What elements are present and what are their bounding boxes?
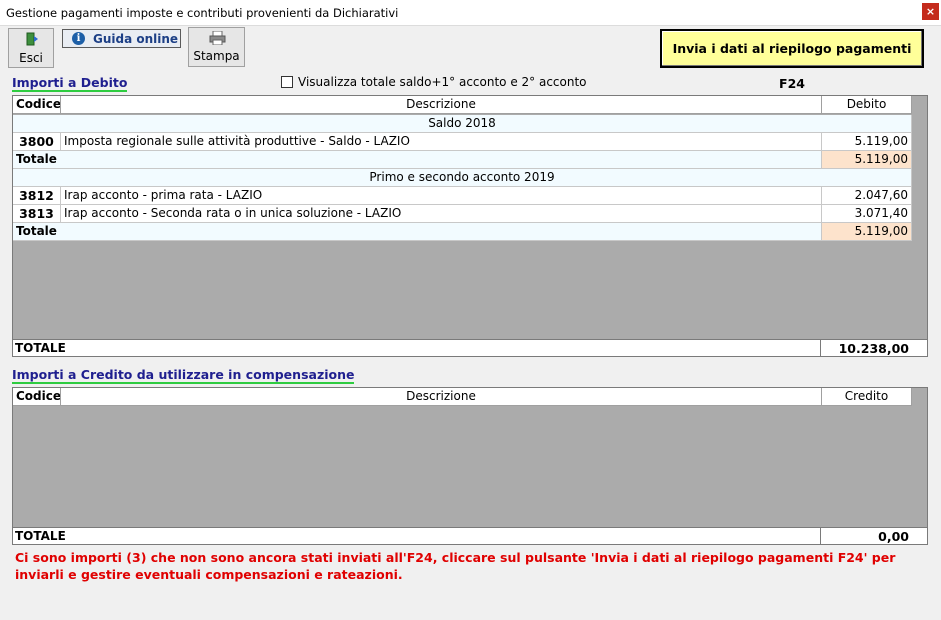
debito-table: Codice Descrizione Debito Saldo 2018 380… <box>12 95 928 340</box>
table-row-desc[interactable]: Irap acconto - Seconda rata o in unica s… <box>61 205 822 223</box>
table-row-amount[interactable]: 5.119,00 <box>822 133 912 151</box>
stampa-button[interactable]: Stampa <box>188 27 245 67</box>
col-header-codice: Codice <box>13 388 61 406</box>
esci-label: Esci <box>19 51 43 65</box>
col-header-credito: Credito <box>822 388 912 406</box>
table-row-code[interactable]: 3812 <box>13 187 61 205</box>
table-row-amount[interactable]: 3.071,40 <box>822 205 912 223</box>
visualizza-totale-checkbox[interactable] <box>281 76 293 88</box>
title-bar: Gestione pagamenti imposte e contributi … <box>0 0 941 26</box>
grand-total-label: TOTALE <box>15 529 66 543</box>
info-icon: i <box>72 32 85 45</box>
table-row-amount[interactable]: 2.047,60 <box>822 187 912 205</box>
divider <box>820 528 821 544</box>
invia-f24-button[interactable]: Invia i dati al riepilogo pagamenti F24 <box>660 29 924 91</box>
col-header-descrizione: Descrizione <box>61 96 822 114</box>
visualizza-totale-label: Visualizza totale saldo+1° acconto e 2° … <box>298 75 587 89</box>
guida-online-button[interactable]: i Guida online <box>62 29 181 48</box>
credito-grand-total-bar: TOTALE 0,00 <box>12 527 928 545</box>
debito-grand-total-bar: TOTALE 10.238,00 <box>12 339 928 357</box>
credito-section-title: Importi a Credito da utilizzare in compe… <box>12 367 355 384</box>
group-header-acconto: Primo e secondo acconto 2019 <box>13 169 912 187</box>
dialog-window: Gestione pagamenti imposte e contributi … <box>0 0 941 620</box>
window-title: Gestione pagamenti imposte e contributi … <box>6 6 399 20</box>
warning-message: Ci sono importi (3) che non sono ancora … <box>15 550 896 582</box>
credito-table: Codice Descrizione Credito <box>12 387 928 528</box>
printer-icon <box>209 31 226 45</box>
esci-button[interactable]: Esci <box>8 28 54 68</box>
col-header-descrizione: Descrizione <box>61 388 822 406</box>
grand-total-value: 10.238,00 <box>838 341 909 356</box>
grand-total-label: TOTALE <box>15 341 66 355</box>
subtotal-label: Totale <box>13 151 822 169</box>
guida-online-label: Guida online <box>93 32 179 46</box>
table-row-desc[interactable]: Irap acconto - prima rata - LAZIO <box>61 187 822 205</box>
table-row-code[interactable]: 3813 <box>13 205 61 223</box>
stampa-label: Stampa <box>193 49 240 63</box>
table-row-desc[interactable]: Imposta regionale sulle attività produtt… <box>61 133 822 151</box>
debito-section-title: Importi a Debito <box>12 75 128 92</box>
col-header-codice: Codice <box>13 96 61 114</box>
close-icon[interactable]: × <box>922 3 939 20</box>
divider <box>820 340 821 356</box>
group-header-saldo: Saldo 2018 <box>13 115 912 133</box>
subtotal-amount: 5.119,00 <box>822 151 912 169</box>
subtotal-label: Totale <box>13 223 822 241</box>
subtotal-amount: 5.119,00 <box>822 223 912 241</box>
grand-total-value: 0,00 <box>878 529 909 544</box>
col-header-debito: Debito <box>822 96 912 114</box>
table-row-code[interactable]: 3800 <box>13 133 61 151</box>
exit-door-icon <box>26 32 38 46</box>
